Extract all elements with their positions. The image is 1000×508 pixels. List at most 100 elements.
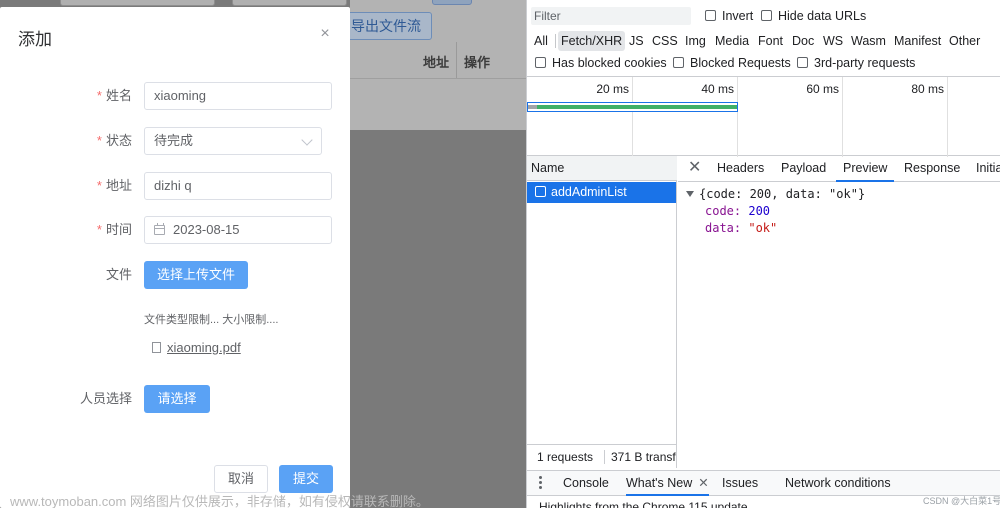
tab-preview[interactable]: Preview [836, 156, 895, 182]
timeline-gridline [632, 77, 633, 157]
more-vertical-icon[interactable] [539, 476, 543, 490]
form-row-address: * 地址 dizhi q [0, 172, 350, 200]
xhr-request-icon [535, 186, 546, 197]
timeline-selection[interactable] [527, 102, 738, 112]
timeline-label-60ms: 60 ms [806, 82, 839, 96]
requests-count: 1 requests [537, 450, 594, 464]
drawer-tab-whats-new[interactable]: What's New ✕ [626, 471, 709, 496]
tab-initiator[interactable]: Initia [976, 156, 1000, 182]
background-input [60, 0, 215, 6]
tab-response[interactable]: Response [904, 156, 960, 182]
has-blocked-cookies-checkbox[interactable]: Has blocked cookies [535, 55, 667, 71]
table-row-divider [350, 78, 526, 79]
dialog-title: 添加 [18, 30, 52, 49]
type-filter-css[interactable]: CSS [652, 31, 678, 51]
required-mark: * [96, 178, 102, 193]
drawer-tab-bar: Console What's New ✕ Issues Network condi… [527, 470, 1000, 496]
background-input [232, 0, 347, 6]
drawer-tab-network-conditions[interactable]: Network conditions [785, 471, 891, 496]
address-label: * 地址 [96, 178, 132, 193]
timeline-gridline [947, 77, 948, 157]
type-filter-all[interactable]: All [534, 31, 548, 51]
type-filter-fetch-xhr[interactable]: Fetch/XHR [558, 31, 626, 51]
type-filter-wasm[interactable]: Wasm [851, 31, 886, 51]
close-icon[interactable]: ✕ [688, 160, 701, 176]
choose-person-button[interactable]: 请选择 [144, 385, 210, 413]
name-input[interactable]: xiaoming [144, 82, 332, 110]
cancel-button[interactable]: 取消 [214, 465, 268, 493]
request-detail-panel: ✕ Headers Payload Preview Response Initi… [678, 156, 1000, 468]
table-header-address: 地址 [423, 55, 450, 70]
type-separator [555, 34, 556, 48]
form-row-person: 人员选择 请选择 [0, 385, 350, 413]
status-separator [604, 450, 605, 464]
status-label: * 状态 [96, 133, 132, 148]
json-summary-row[interactable]: {code: 200, data: "ok"} [686, 186, 865, 203]
type-filter-other[interactable]: Other [949, 31, 980, 51]
name-label: * 姓名 [96, 88, 132, 103]
transferred-size: 371 B transf [611, 450, 676, 464]
chevron-down-icon [301, 134, 313, 146]
upload-hint: 文件类型限制... 大小限制.... [144, 314, 279, 326]
drawer-tab-console[interactable]: Console [563, 471, 609, 496]
add-dialog: 添加 × * 姓名 xiaoming * 状态 待完成 * 地址 dizhi q * 时… [0, 7, 350, 508]
checkbox-icon [761, 10, 772, 21]
required-mark: * [96, 88, 102, 103]
calendar-icon [154, 223, 165, 235]
network-timeline-overview[interactable]: 20 ms 40 ms 60 ms 80 ms [527, 76, 1000, 157]
filter-input[interactable]: Filter [531, 7, 691, 25]
table-column-separator [456, 42, 457, 78]
watermark-text: www.toymoban.com 网络图片仅供展示，非存储，如有侵权请联系删除。 [10, 494, 429, 508]
devtools-network-panel: Filter Invert Hide data URLs All Fetch/X… [526, 0, 1000, 508]
blocked-requests-checkbox[interactable]: Blocked Requests [673, 55, 791, 71]
expand-triangle-icon[interactable] [686, 191, 694, 197]
json-preview: {code: 200, data: "ok"} code: 200 data: … [686, 186, 865, 237]
person-select-label: 人员选择 [79, 391, 132, 406]
close-icon[interactable]: × [318, 26, 332, 42]
type-filter-media[interactable]: Media [715, 31, 749, 51]
filter-bar: Filter Invert Hide data URLs [527, 0, 1000, 30]
drawer-tab-issues[interactable]: Issues [722, 471, 758, 496]
document-icon [152, 342, 161, 353]
timeline-label-20ms: 20 ms [596, 82, 629, 96]
status-select[interactable]: 待完成 [144, 127, 322, 155]
close-icon[interactable]: ✕ [698, 476, 708, 490]
type-filter-js[interactable]: JS [629, 31, 644, 51]
type-filter-doc[interactable]: Doc [792, 31, 814, 51]
file-label: 文件 [105, 267, 132, 282]
date-picker-input[interactable]: 2023-08-15 [144, 216, 332, 244]
select-upload-file-button[interactable]: 选择上传文件 [144, 261, 248, 289]
type-filter-ws[interactable]: WS [823, 31, 843, 51]
form-row-status: * 状态 待完成 [0, 127, 350, 155]
form-row-time: * 时间 2023-08-15 [0, 216, 350, 244]
uploaded-file-name[interactable]: xiaoming.pdf [167, 340, 241, 355]
type-filter-font[interactable]: Font [758, 31, 783, 51]
hide-data-urls-checkbox[interactable]: Hide data URLs [761, 8, 866, 24]
uploaded-file-item[interactable]: xiaoming.pdf [152, 340, 241, 355]
submit-button[interactable]: 提交 [279, 465, 333, 493]
resource-type-filters: All Fetch/XHR JS CSS Img Media Font Doc … [527, 30, 1000, 52]
type-filter-manifest[interactable]: Manifest [894, 31, 941, 51]
tab-payload[interactable]: Payload [781, 156, 826, 182]
time-label: * 时间 [96, 222, 132, 237]
tab-headers[interactable]: Headers [717, 156, 764, 182]
json-code-row: code: 200 [705, 204, 771, 218]
type-filter-img[interactable]: Img [685, 31, 706, 51]
request-list: Name addAdminList 1 requests 371 B trans… [527, 156, 677, 468]
invert-checkbox[interactable]: Invert [705, 8, 753, 24]
name-column-header[interactable]: Name [527, 156, 677, 181]
date-value: 2023-08-15 [173, 222, 240, 237]
timeline-request-bar [537, 105, 737, 109]
required-mark: * [96, 222, 102, 237]
third-party-requests-checkbox[interactable]: 3rd-party requests [797, 55, 915, 71]
export-file-stream-button[interactable]: 导出文件流 [340, 12, 432, 40]
address-input[interactable]: dizhi q [144, 172, 332, 200]
network-status-bar: 1 requests 371 B transf [527, 444, 677, 468]
checkbox-icon [535, 57, 546, 68]
request-row-addadminlist[interactable]: addAdminList [527, 182, 676, 203]
background-button [432, 0, 472, 5]
requests-area: Name addAdminList 1 requests 371 B trans… [527, 156, 1000, 468]
corner-watermark: CSDN @大白菜1号 [923, 496, 1000, 506]
request-name: addAdminList [551, 185, 627, 199]
app-area: 导出文件流 地址 操作 添加 × * 姓名 xiaoming * 状态 待完成 * 地… [0, 0, 526, 508]
